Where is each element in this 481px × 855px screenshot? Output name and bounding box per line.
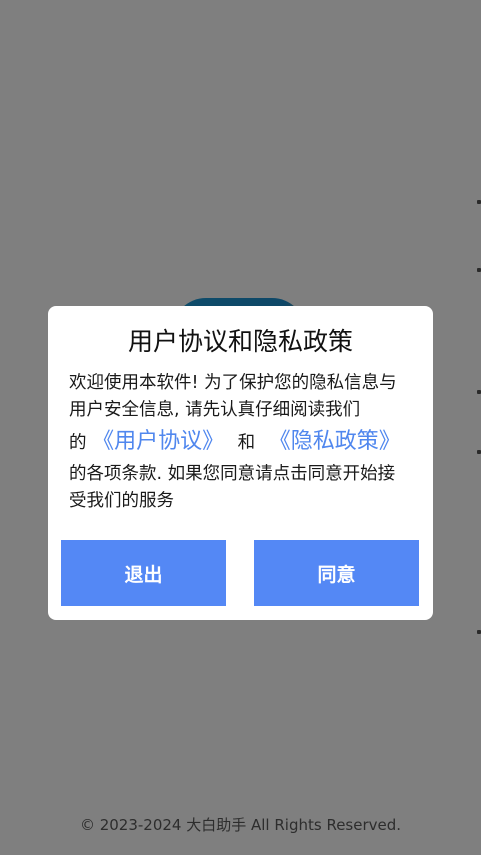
body-outro-text: 的各项条款. 如果您同意请点击同意开始接受我们的服务 (69, 464, 396, 511)
agreement-dialog: 用户协议和隐私政策 欢迎使用本软件! 为了保护您的隐私信息与用户安全信息, 请先… (48, 306, 433, 620)
links-line: 的 《用户协议》 和 《隐私政策》 (69, 424, 409, 461)
agree-button[interactable]: 同意 (254, 540, 419, 606)
body-and-text: 和 (237, 433, 256, 453)
user-agreement-link[interactable]: 《用户协议》 (92, 429, 224, 454)
body-of-text: 的 (69, 433, 87, 453)
dialog-body: 欢迎使用本软件! 为了保护您的隐私信息与用户安全信息, 请先认真仔细阅读我们 的… (69, 370, 409, 515)
dialog-title: 用户协议和隐私政策 (127, 327, 353, 356)
exit-button[interactable]: 退出 (61, 540, 226, 606)
privacy-policy-link[interactable]: 《隐私政策》 (269, 429, 401, 454)
body-intro-text: 欢迎使用本软件! 为了保护您的隐私信息与用户安全信息, 请先认真仔细阅读我们 (69, 373, 397, 420)
